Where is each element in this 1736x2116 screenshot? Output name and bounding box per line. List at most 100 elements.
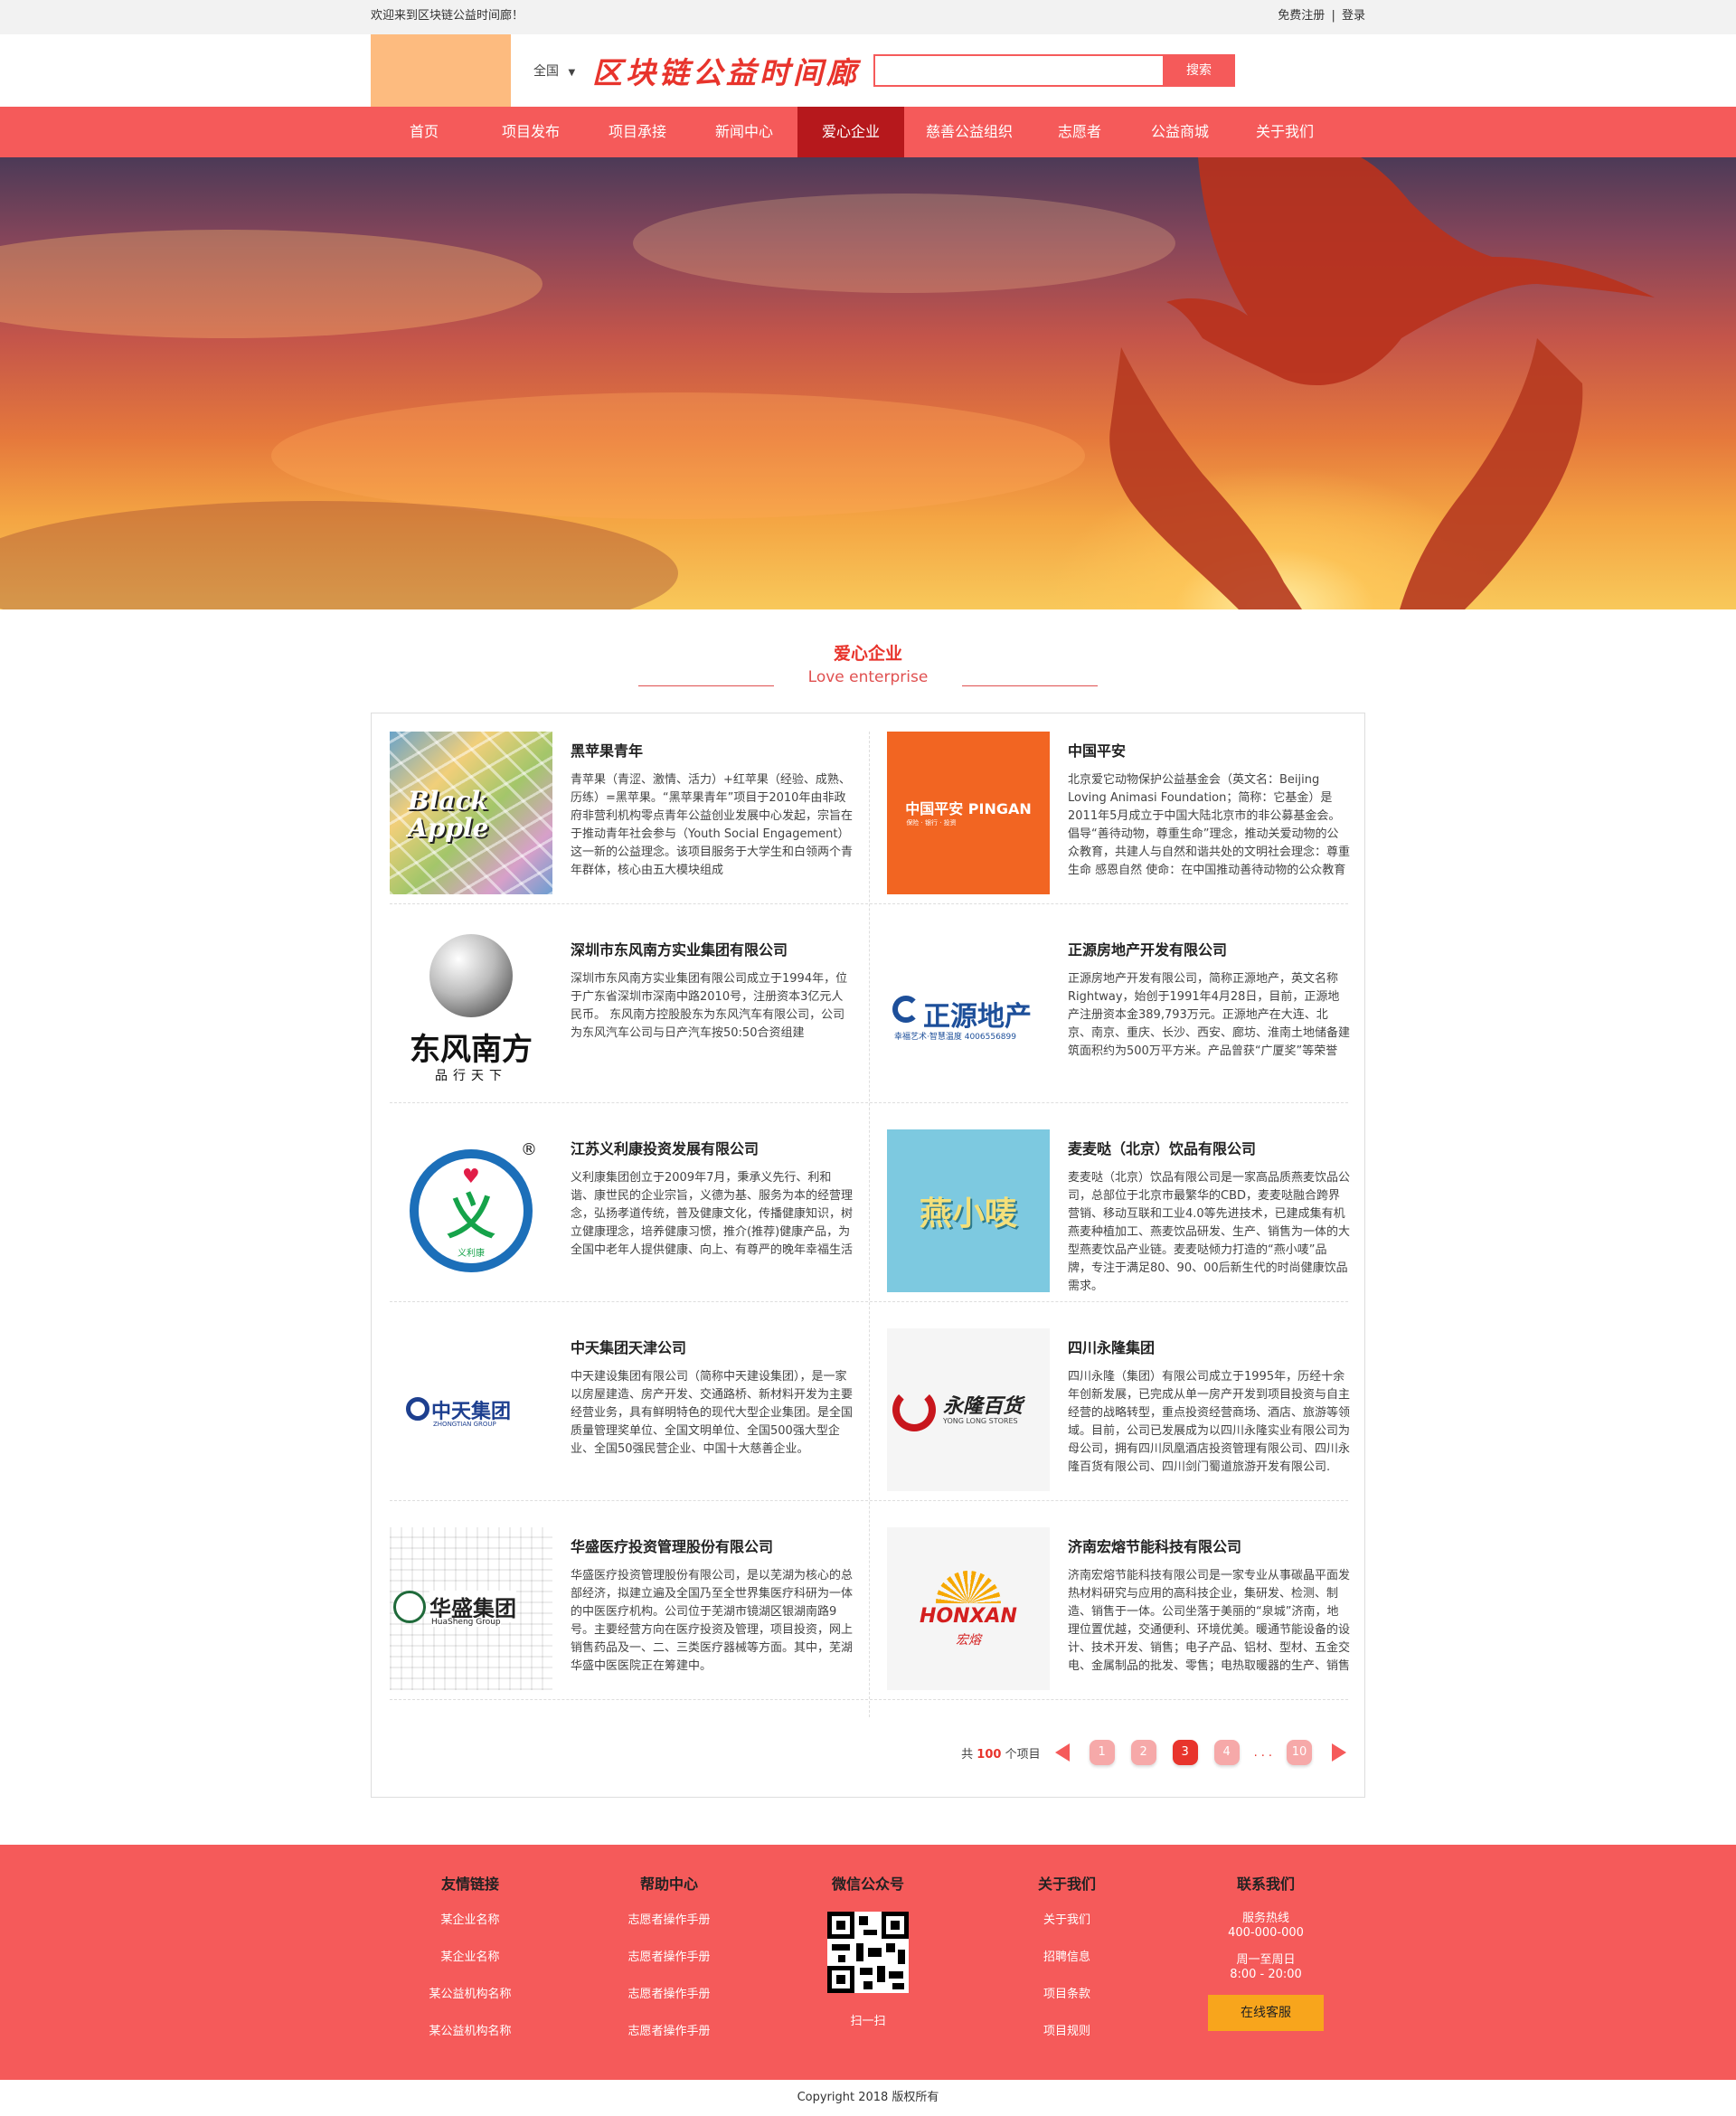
footer-about-title: 关于我们	[1037, 1875, 1096, 1893]
nav-item-publish[interactable]: 项目发布	[477, 107, 584, 157]
enterprise-name[interactable]: 正源房地产开发有限公司	[1068, 938, 1227, 959]
footer-about-link[interactable]: 招聘信息	[986, 1949, 1148, 1986]
enterprise-desc: 深圳市东风南方实业集团有限公司成立于1994年，位于广东省深圳市深南中路2010…	[571, 972, 848, 1040]
enterprise-card[interactable]: 燕小唛 麦麦哒（北京）饮品有限公司 麦麦哒（北京）饮品有限公司是一家高品质燕麦饮…	[887, 1129, 1364, 1310]
enterprise-logo[interactable]: 中国平安 PINGAN 保险 · 银行 · 投资	[887, 732, 1050, 894]
enterprise-card[interactable]: 中天集团 ZHONGTIAN GROUP 中天集团天津公司 中天建设集团有限公司…	[390, 1328, 867, 1509]
enterprise-name[interactable]: 深圳市东风南方实业集团有限公司	[571, 938, 788, 959]
logo-text: Black Apple	[408, 786, 489, 843]
footer-help-link[interactable]: 志愿者操作手册	[588, 1912, 750, 1949]
footer-about: 关于我们 关于我们 招聘信息 项目条款 项目规则	[986, 1872, 1148, 2060]
medical-emblem-icon	[393, 1591, 426, 1623]
enterprise-name[interactable]: 中天集团天津公司	[571, 1336, 686, 1357]
footer-link[interactable]: 某企业名称	[389, 1949, 552, 1986]
pagination: 共 100 个项目 1 2 3 4 ... 10	[961, 1739, 1346, 1766]
page-button-2[interactable]: 2	[1130, 1740, 1156, 1765]
enterprise-card[interactable]: 永隆百货 YONG LONG STORES 四川永隆集团 四川永隆（集团）有限公…	[887, 1328, 1364, 1509]
total-label: 共 100 个项目	[961, 1747, 1041, 1762]
enterprise-name[interactable]: 麦麦哒（北京）饮品有限公司	[1068, 1137, 1256, 1158]
nav-item-news[interactable]: 新闻中心	[691, 107, 797, 157]
wave-icon	[892, 1388, 936, 1431]
section-title: 爱心企业	[833, 644, 902, 664]
footer-about-link[interactable]: 项目规则	[986, 2023, 1148, 2060]
footer-wechat: 微信公众号 扫一扫	[787, 1872, 949, 2028]
search-button[interactable]: 搜索	[1163, 54, 1235, 87]
site-title: 区块链公益时间廊	[592, 55, 860, 90]
footer-contact-title: 联系我们	[1236, 1875, 1295, 1893]
enterprise-logo[interactable]: 正源地产 幸福艺术·智慧温度 4006556899	[887, 930, 1050, 1093]
swirl-icon	[892, 996, 920, 1023]
footer-help-link[interactable]: 志愿者操作手册	[588, 2023, 750, 2060]
page-button-1[interactable]: 1	[1089, 1740, 1115, 1765]
logo-subtext: YONG LONG STORES	[943, 1417, 1018, 1425]
footer-help-link[interactable]: 志愿者操作手册	[588, 1986, 750, 2023]
enterprise-desc: 北京爱它动物保护公益基金会（英文名：Beijing Loving Animasi…	[1068, 773, 1350, 877]
footer-link[interactable]: 某公益机构名称	[389, 1986, 552, 2023]
logo-subtext: 幸福艺术·智慧温度 4006556899	[894, 1033, 1016, 1042]
site-logo[interactable]	[371, 34, 511, 107]
section-subtitle: Love enterprise	[807, 668, 929, 686]
register-link[interactable]: 免费注册	[1278, 9, 1325, 23]
enterprise-card[interactable]: 华盛集团 HuaSheng Group 华盛医疗投资管理股份有限公司 华盛医疗投…	[390, 1527, 867, 1708]
enterprise-logo[interactable]: 义 ♥ 义利康 ®	[390, 1129, 552, 1292]
nav-item-volunteer[interactable]: 志愿者	[1034, 107, 1125, 157]
arrow-left-icon[interactable]	[1054, 1743, 1070, 1762]
enterprise-card[interactable]: 东风南方 品行天下 深圳市东风南方实业集团有限公司 深圳市东风南方实业集团有限公…	[390, 930, 867, 1111]
page-button-4[interactable]: 4	[1213, 1740, 1240, 1765]
footer-about-link[interactable]: 项目条款	[986, 1986, 1148, 2023]
logo-subtext: 品行天下	[435, 1069, 507, 1083]
hero-banner	[0, 157, 1736, 609]
enterprise-desc: 正源房地产开发有限公司，简称正源地产，英文名称Rightway，始创于1991年…	[1068, 972, 1350, 1058]
top-bar: 欢迎来到区块链公益时间廊！ 免费注册 | 登录	[0, 0, 1736, 34]
enterprise-card[interactable]: HONXAN 宏熔 济南宏熔节能科技有限公司 济南宏熔节能科技有限公司是一家专业…	[887, 1527, 1364, 1708]
enterprise-logo[interactable]: 中天集团 ZHONGTIAN GROUP	[390, 1328, 552, 1491]
enterprise-name[interactable]: 四川永隆集团	[1068, 1336, 1155, 1357]
enterprise-card[interactable]: 义 ♥ 义利康 ® 江苏义利康投资发展有限公司 义利康集团创立于2009年7月，…	[390, 1129, 867, 1310]
enterprise-logo[interactable]: 东风南方 品行天下	[390, 930, 552, 1093]
footer-about-link[interactable]: 关于我们	[986, 1912, 1148, 1949]
hotline-number: 400-000-000	[1228, 1926, 1304, 1940]
enterprise-name[interactable]: 中国平安	[1068, 739, 1126, 760]
sphere-icon	[429, 934, 513, 1017]
region-selector[interactable]: 全国 ▼	[533, 61, 575, 80]
enterprise-list: Black Apple 黑苹果青年 青苹果（青涩、激情、活力）+红苹果（经验、成…	[371, 713, 1365, 1798]
login-link[interactable]: 登录	[1342, 9, 1365, 23]
search-input[interactable]	[873, 54, 1165, 87]
hours-label: 周一至周日	[1236, 1953, 1296, 1967]
enterprise-logo[interactable]: 永隆百货 YONG LONG STORES	[887, 1328, 1050, 1491]
footer-contact: 联系我们 服务热线 400-000-000 周一至周日 8:00 - 20:00…	[1184, 1872, 1347, 2031]
enterprise-logo[interactable]: Black Apple	[390, 732, 552, 894]
logo-subtext: 保险 · 银行 · 投资	[906, 819, 957, 827]
dove-hands-icon	[1109, 157, 1655, 609]
enterprise-logo[interactable]: HONXAN 宏熔	[887, 1527, 1050, 1690]
enterprise-card[interactable]: Black Apple 黑苹果青年 青苹果（青涩、激情、活力）+红苹果（经验、成…	[390, 732, 867, 912]
footer-help-link[interactable]: 志愿者操作手册	[588, 1949, 750, 1986]
total-count: 100	[976, 1747, 1002, 1762]
section-header: 爱心企业 Love enterprise	[0, 640, 1736, 694]
nav-item-undertake[interactable]: 项目承接	[584, 107, 691, 157]
registered-icon: ®	[521, 1140, 537, 1159]
footer-link[interactable]: 某公益机构名称	[389, 2023, 552, 2060]
enterprise-name[interactable]: 黑苹果青年	[571, 739, 643, 760]
online-service-button[interactable]: 在线客服	[1208, 1995, 1324, 2031]
enterprise-card[interactable]: 中国平安 PINGAN 保险 · 银行 · 投资 中国平安 北京爱它动物保护公益…	[887, 732, 1364, 912]
enterprise-name[interactable]: 济南宏熔节能科技有限公司	[1068, 1535, 1241, 1556]
nav-item-charity-org[interactable]: 慈善公益组织	[904, 107, 1034, 157]
page-button-10[interactable]: 10	[1287, 1740, 1312, 1765]
nav-item-love-enterprise[interactable]: 爱心企业	[797, 107, 904, 157]
enterprise-name[interactable]: 华盛医疗投资管理股份有限公司	[571, 1535, 773, 1556]
footer-links: 友情链接 某企业名称 某企业名称 某公益机构名称 某公益机构名称	[389, 1872, 552, 2060]
nav-item-mall[interactable]: 公益商城	[1125, 107, 1235, 157]
enterprise-name[interactable]: 江苏义利康投资发展有限公司	[571, 1137, 759, 1158]
nav-item-about[interactable]: 关于我们	[1235, 107, 1335, 157]
nav-item-home[interactable]: 首页	[371, 107, 477, 157]
arrow-right-icon[interactable]	[1332, 1743, 1346, 1762]
enterprise-logo[interactable]: 燕小唛	[887, 1129, 1050, 1292]
enterprise-card[interactable]: 正源地产 幸福艺术·智慧温度 4006556899 正源房地产开发有限公司 正源…	[887, 930, 1364, 1111]
footer-help-title: 帮助中心	[639, 1875, 698, 1893]
enterprise-logo[interactable]: 华盛集团 HuaSheng Group	[390, 1527, 552, 1690]
sunburst-icon	[936, 1571, 1001, 1603]
site-header: 全国 ▼ 区块链公益时间廊 搜索	[0, 34, 1736, 107]
page-button-3[interactable]: 3	[1172, 1740, 1198, 1765]
footer-link[interactable]: 某企业名称	[389, 1912, 552, 1949]
